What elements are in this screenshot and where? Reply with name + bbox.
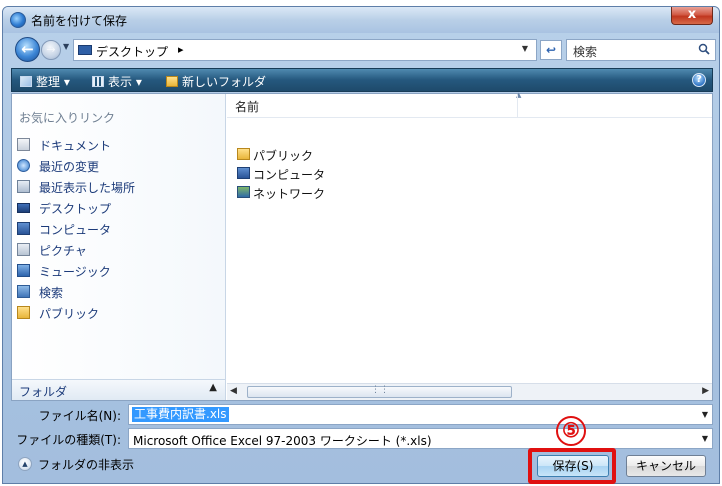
computer-icon (237, 167, 250, 179)
browser-area: お気に入りリンク ドキュメント 最近の変更 最近表示した場所 デスクトップ コン… (11, 91, 713, 401)
nav-item-label: 最近表示した場所 (39, 181, 136, 195)
caret-up-icon[interactable]: ▲ (209, 382, 217, 393)
column-header-name[interactable]: 名前 (235, 98, 259, 115)
filetype-value: Microsoft Office Excel 97-2003 ワークシート (*… (133, 434, 432, 448)
nav-item-recent-places[interactable]: 最近表示した場所 (15, 177, 215, 197)
computer-icon (17, 222, 30, 235)
folder-icon (17, 306, 30, 319)
filename-value[interactable]: 工事費内訳書.xls (132, 407, 229, 422)
address-bar[interactable]: デスクトップ ▸ ▼ (73, 39, 537, 61)
view-menu[interactable]: 表示 ▾ (92, 73, 142, 90)
browser-icon (10, 12, 26, 28)
column-divider[interactable] (517, 95, 518, 117)
address-location[interactable]: デスクトップ (96, 43, 168, 60)
step-marker: ⑤ (556, 416, 586, 446)
filetype-row: ファイルの種類(T): Microsoft Office Excel 97-20… (11, 428, 713, 450)
address-dropdown-icon[interactable]: ▼ (522, 44, 528, 53)
filename-dropdown-icon[interactable]: ▼ (702, 410, 708, 419)
scroll-right-icon[interactable]: ▶ (702, 386, 709, 396)
folders-label: フォルダ (19, 385, 68, 399)
scroll-grip-icon: ⋮⋮ (371, 385, 389, 395)
nav-item-label: ピクチャ (39, 244, 87, 258)
view-label: 表示 (108, 75, 133, 89)
search-input[interactable]: 検索 (566, 39, 716, 61)
filetype-dropdown-icon[interactable]: ▼ (702, 434, 708, 443)
address-row: ← → ▼ デスクトップ ▸ ▼ ↩ 検索 (3, 33, 719, 67)
nav-item-label: 最近の変更 (39, 160, 100, 174)
recent-changes-icon (17, 159, 30, 172)
network-icon (237, 186, 250, 198)
chevron-up-icon: ▲ (18, 457, 32, 471)
desktop-icon (78, 45, 92, 55)
search-placeholder: 検索 (573, 45, 598, 59)
close-button[interactable]: x (671, 7, 713, 25)
help-icon[interactable]: ? (692, 73, 706, 87)
nav-item-label: 検索 (39, 286, 64, 300)
nav-item-desktop[interactable]: デスクトップ (15, 198, 215, 218)
scrollbar-thumb[interactable]: ⋮⋮ (247, 385, 512, 398)
music-icon (17, 264, 30, 277)
file-item-label: ネットワーク (253, 187, 326, 201)
forward-arrow-icon: → (46, 43, 56, 56)
navigation-pane: お気に入りリンク ドキュメント 最近の変更 最近表示した場所 デスクトップ コン… (12, 94, 226, 400)
filetype-label: ファイルの種類(T): (16, 433, 121, 447)
refresh-icon: ↩ (545, 43, 557, 57)
folder-icon (237, 148, 250, 160)
favorite-links-header: お気に入りリンク (19, 111, 116, 125)
file-item-public[interactable]: パブリック (237, 146, 437, 164)
window-title: 名前を付けて保存 (31, 14, 128, 28)
new-folder-label: 新しいフォルダ (182, 75, 267, 89)
desktop-icon (17, 203, 30, 213)
nav-item-label: コンピュータ (39, 223, 112, 237)
command-bar: 整理 ▾ 表示 ▾ 新しいフォルダ ? (11, 68, 713, 92)
nav-item-pictures[interactable]: ピクチャ (15, 240, 215, 260)
nav-item-recent-changes[interactable]: 最近の変更 (15, 156, 215, 176)
nav-item-search[interactable]: 検索 (15, 282, 215, 302)
horizontal-scrollbar[interactable]: ◀ ⋮⋮ ▶ (227, 383, 712, 400)
pictures-icon (17, 243, 30, 256)
nav-item-public[interactable]: パブリック (15, 303, 215, 323)
back-button[interactable]: ← (15, 37, 40, 62)
save-button[interactable]: 保存(S) (537, 455, 609, 477)
organize-icon (20, 76, 32, 87)
documents-icon (17, 138, 30, 151)
save-as-dialog: 名前を付けて保存 x ← → ▼ デスクトップ ▸ ▼ ↩ 検索 整理 ▾ 表示… (2, 6, 720, 484)
file-item-label: パブリック (253, 149, 314, 163)
column-header-row: 名前 ▲ (227, 91, 712, 118)
nav-item-computer[interactable]: コンピュータ (15, 219, 215, 239)
nav-item-label: デスクトップ (39, 202, 112, 216)
file-item-computer[interactable]: コンピュータ (237, 165, 437, 183)
filename-label: ファイル名(N): (38, 409, 121, 423)
file-item-network[interactable]: ネットワーク (237, 184, 437, 202)
folders-toggle-bar[interactable]: フォルダ ▲ (12, 379, 225, 400)
new-folder-button[interactable]: 新しいフォルダ (166, 73, 266, 90)
filename-row: ファイル名(N): 工事費内訳書.xls ▼ (11, 404, 713, 426)
file-list-pane: 名前 ▲ パブリック コンピュータ ネットワーク ◀ ⋮⋮ ▶ (227, 91, 712, 400)
organize-menu[interactable]: 整理 ▾ (20, 73, 70, 90)
recent-places-icon (17, 180, 30, 193)
forward-button[interactable]: → (41, 40, 61, 60)
nav-item-label: ミュージック (39, 265, 111, 279)
nav-item-label: ドキュメント (39, 139, 112, 153)
nav-item-music[interactable]: ミュージック (15, 261, 215, 281)
back-arrow-icon: ← (21, 40, 34, 58)
scroll-left-icon[interactable]: ◀ (230, 386, 237, 396)
filename-input[interactable]: 工事費内訳書.xls ▼ (128, 404, 713, 425)
organize-label: 整理 (36, 75, 61, 89)
hide-folders-toggle[interactable]: ▲ フォルダの非表示 (18, 455, 168, 475)
title-bar[interactable]: 名前を付けて保存 x (3, 7, 719, 33)
nav-item-documents[interactable]: ドキュメント (15, 135, 215, 155)
nav-item-label: パブリック (39, 307, 100, 321)
new-folder-icon (166, 76, 178, 87)
cancel-button[interactable]: キャンセル (626, 455, 706, 477)
breadcrumb-arrow-icon[interactable]: ▸ (178, 43, 184, 56)
file-item-label: コンピュータ (253, 168, 326, 182)
filetype-select[interactable]: Microsoft Office Excel 97-2003 ワークシート (*… (128, 428, 713, 449)
search-icon (17, 285, 30, 298)
refresh-button[interactable]: ↩ (540, 40, 562, 60)
history-dropdown-icon[interactable]: ▼ (63, 42, 69, 51)
search-icon[interactable] (698, 43, 710, 55)
hide-folders-label: フォルダの非表示 (38, 458, 135, 472)
view-icon (92, 76, 104, 87)
